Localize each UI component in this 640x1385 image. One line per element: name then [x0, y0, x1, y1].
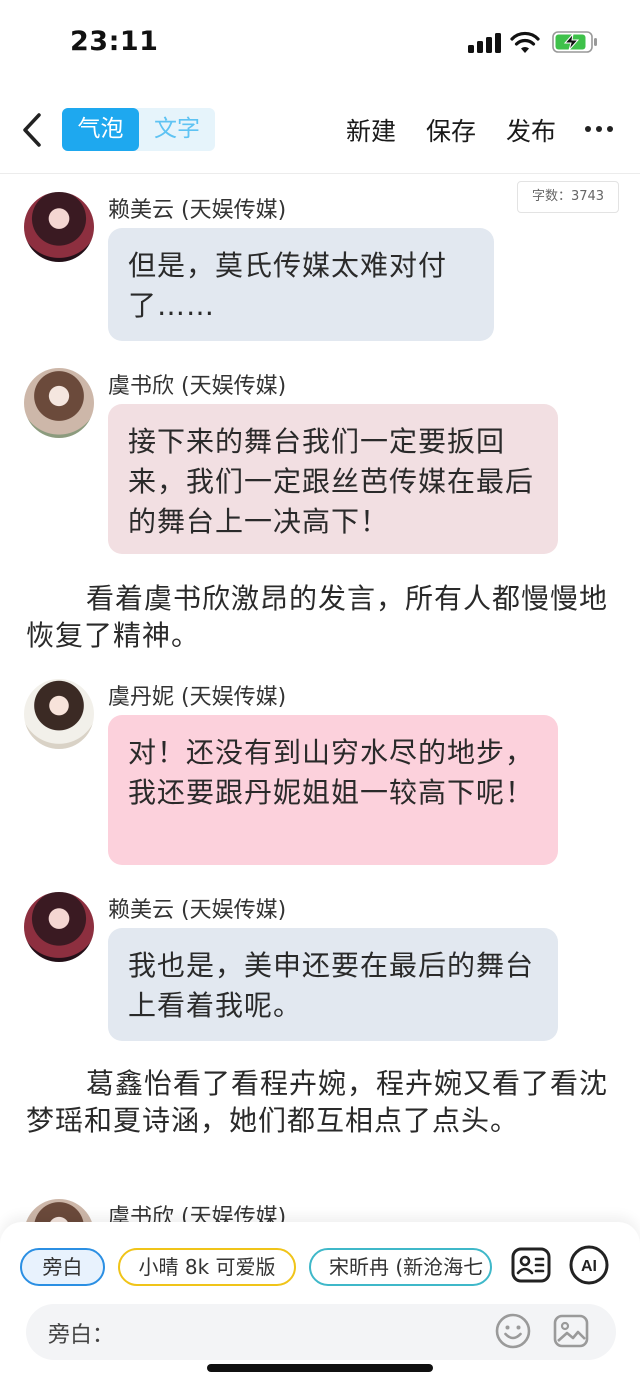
cellular-signal-icon: [468, 33, 502, 53]
save-button[interactable]: 保存: [426, 112, 476, 148]
chat-bubble[interactable]: 接下来的舞台我们一定要扳回来，我们一定跟丝芭传媒在最后的舞台上一决高下！: [108, 404, 558, 554]
role-chip-xiaoqing[interactable]: 小晴 8k 可爱版: [118, 1248, 296, 1286]
nav-divider: [0, 173, 640, 174]
role-chip-song[interactable]: 宋昕冉 (新沧海七: [309, 1248, 492, 1286]
ai-label: AI: [581, 1258, 597, 1275]
speaker-name: 赖美云 (天娱传媒): [108, 898, 287, 923]
avatar[interactable]: [24, 892, 94, 962]
input-role-label: 旁白：: [48, 1323, 115, 1348]
character-card-icon[interactable]: [510, 1244, 552, 1286]
role-chip-narration[interactable]: 旁白: [20, 1248, 105, 1286]
tab-bubble[interactable]: 气泡: [62, 108, 139, 151]
image-icon[interactable]: [552, 1312, 590, 1350]
chat-bubble[interactable]: 但是，莫氏传媒太难对付了……: [108, 228, 494, 341]
back-arrow-icon[interactable]: [18, 110, 48, 150]
narration-text[interactable]: 葛鑫怡看了看程卉婉，程卉婉又看了看沈梦瑶和夏诗涵，她们都互相点了点头。: [26, 1065, 618, 1139]
wifi-icon: [510, 31, 540, 53]
avatar[interactable]: [24, 368, 94, 438]
narration-text[interactable]: 看着虞书欣激昂的发言，所有人都慢慢地恢复了精神。: [26, 580, 618, 654]
status-bar: 23:11: [0, 0, 640, 86]
new-button[interactable]: 新建: [346, 112, 396, 148]
tab-text[interactable]: 文字: [139, 108, 215, 151]
ai-assistant-icon[interactable]: AI: [568, 1244, 610, 1286]
avatar[interactable]: [24, 192, 94, 262]
mode-segmented-control: 气泡 文字: [62, 108, 215, 151]
home-indicator: [207, 1364, 433, 1372]
status-time: 23:11: [70, 26, 159, 57]
bottom-composer: 旁白 小晴 8k 可爱版 宋昕冉 (新沧海七 AI 旁白：: [0, 1222, 640, 1385]
battery-charging-icon: [552, 31, 597, 53]
chat-bubble[interactable]: 对！还没有到山穷水尽的地步，我还要跟丹妮姐姐一较高下呢！: [108, 715, 558, 865]
top-nav: 气泡 文字 新建 保存 发布: [0, 100, 640, 160]
input-field[interactable]: 旁白：: [26, 1304, 616, 1360]
speaker-name: 赖美云 (天娱传媒): [108, 198, 287, 223]
chat-bubble[interactable]: 我也是，美申还要在最后的舞台上看着我呢。: [108, 928, 558, 1041]
speaker-name: 虞书欣 (天娱传媒): [108, 374, 287, 399]
word-count-badge: 字数：3743: [517, 181, 619, 213]
emoji-icon[interactable]: [494, 1312, 532, 1350]
publish-button[interactable]: 发布: [506, 112, 556, 148]
more-options-icon[interactable]: [585, 126, 613, 134]
avatar[interactable]: [24, 679, 94, 749]
speaker-name: 虞丹妮 (天娱传媒): [108, 685, 287, 710]
